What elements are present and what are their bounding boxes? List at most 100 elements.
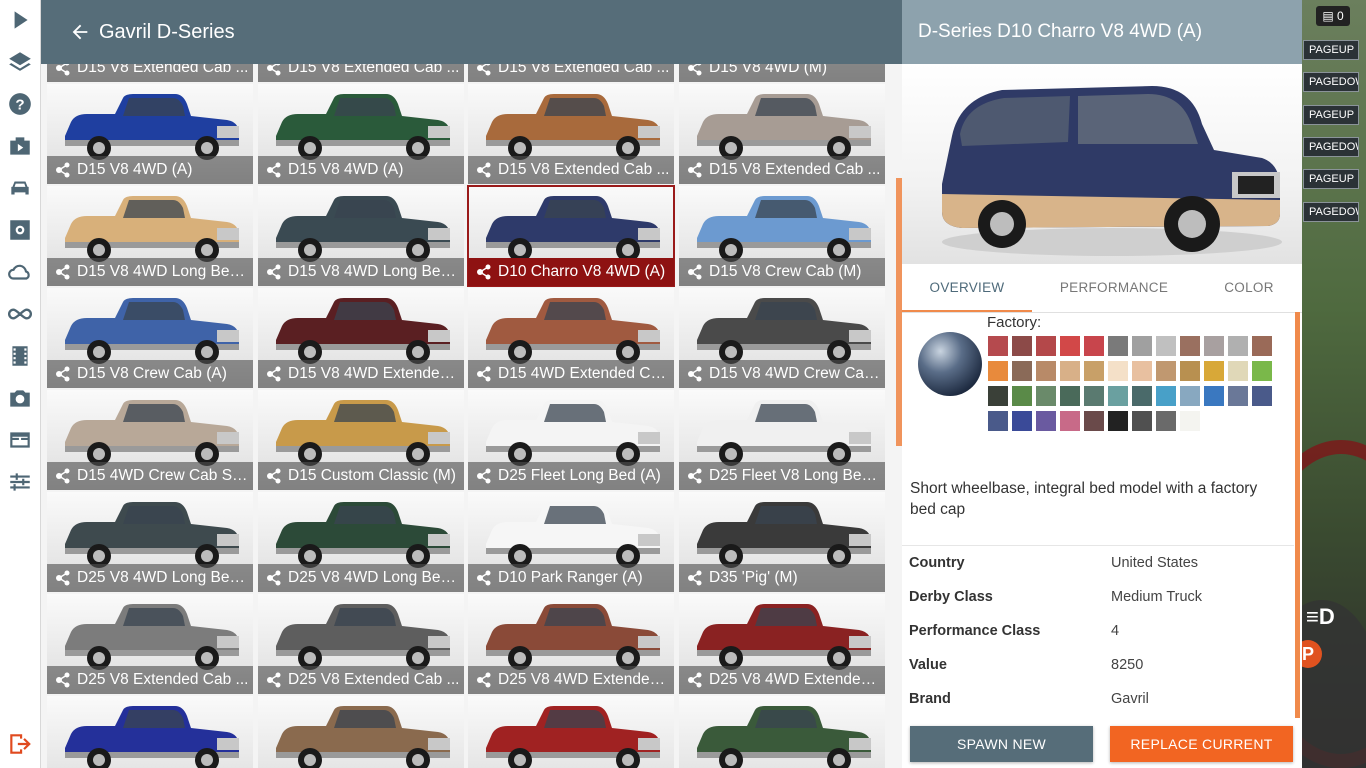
paint-swatch[interactable] [1108,336,1128,356]
vehicle-tile[interactable]: D35 'Pig' (M) [679,492,885,592]
vehicle-tile[interactable]: D15 V8 Crew Cab (A) [47,288,253,388]
paint-swatch[interactable] [988,361,1008,381]
paint-swatch[interactable] [1108,361,1128,381]
paint-swatch[interactable] [1180,336,1200,356]
message-counter[interactable]: ▤ 0 [1316,6,1350,26]
paint-swatch[interactable] [1012,336,1032,356]
vehicle-tile[interactable]: D15 V8 Extended Cab ... [679,84,885,184]
detail-scrollbar[interactable] [1295,312,1300,718]
replay-button[interactable] [0,336,40,376]
cloud-button[interactable] [0,252,40,292]
back-button[interactable] [65,17,95,47]
options-button[interactable] [0,462,40,502]
paint-swatch[interactable] [1036,386,1056,406]
vehicle-tile[interactable]: D15 V8 Extended Cab ... [258,64,464,82]
tab-color[interactable]: COLOR [1212,264,1286,312]
paint-swatch[interactable] [1252,386,1272,406]
paint-swatch[interactable] [1108,411,1128,431]
tab-performance[interactable]: PERFORMANCE [1052,264,1176,312]
spawn-new-button[interactable]: SPAWN NEW [910,726,1093,762]
paint-swatch[interactable] [1228,361,1248,381]
vehicle-tile[interactable]: D15 V8 4WD Long Bed... [258,186,464,286]
paint-swatch[interactable] [1180,411,1200,431]
vehicle-tile[interactable]: D25 Fleet V8 Long Bed... [679,390,885,490]
settings-button[interactable] [0,210,40,250]
vehicle-tile[interactable]: D15 V8 Extended Cab ... [468,64,674,82]
vehicle-tile[interactable]: D15 V8 4WD (M) [679,64,885,82]
paint-swatch[interactable] [1132,386,1152,406]
config-icon [267,672,281,688]
paint-swatch[interactable] [1012,361,1032,381]
vehicle-tile[interactable]: D10 Charro V8 4WD (A) [467,185,675,287]
layers-button[interactable] [0,42,40,82]
replace-current-button[interactable]: REPLACE CURRENT [1110,726,1293,762]
paint-swatch[interactable] [1180,386,1200,406]
paint-swatch[interactable] [1156,361,1176,381]
exit-button[interactable] [0,724,40,764]
paint-swatch[interactable] [1228,386,1248,406]
vehicle-tile[interactable]: D25 Fleet Long Bed (A) [468,390,674,490]
vehicle-tile[interactable]: D15 V8 Extended Cab ... [47,64,253,82]
vehicle-tile[interactable]: D25 V8 Extended Cab ... [258,594,464,694]
vehicle-tile[interactable] [679,696,885,768]
vehicle-tile[interactable]: D15 V8 4WD (A) [47,84,253,184]
apps-button[interactable] [0,420,40,460]
vehicle-tile[interactable]: D15 4WD Crew Cab Sh... [47,390,253,490]
vehicle-tile[interactable] [47,696,253,768]
paint-swatch[interactable] [1060,336,1080,356]
paint-swatch[interactable] [1060,411,1080,431]
paint-swatch[interactable] [1084,336,1104,356]
paint-swatch[interactable] [1132,336,1152,356]
vehicle-tile[interactable]: D15 V8 4WD Crew Cab... [679,288,885,388]
paint-swatch[interactable] [1108,386,1128,406]
scenarios-button[interactable] [0,126,40,166]
vehicle-tile[interactable]: D15 V8 4WD Extended... [258,288,464,388]
vehicle-tile[interactable]: D25 V8 Extended Cab ... [47,594,253,694]
paint-swatch[interactable] [1204,361,1224,381]
vehicle-tile[interactable]: D10 Park Ranger (A) [468,492,674,592]
vehicle-tile[interactable]: D15 V8 4WD (A) [258,84,464,184]
paint-swatch[interactable] [1132,411,1152,431]
help-button[interactable]: ? [0,84,40,124]
paint-swatch[interactable] [988,411,1008,431]
play-button[interactable] [0,0,40,40]
vehicle-tile[interactable]: D15 4WD Extended Ca... [468,288,674,388]
paint-swatch[interactable] [1060,386,1080,406]
paint-swatch[interactable] [1036,411,1056,431]
vehicle-tile[interactable]: D25 V8 4WD Long Bed... [47,492,253,592]
vehicle-tile[interactable]: D15 Custom Classic (M) [258,390,464,490]
vehicle-tile[interactable]: D25 V8 4WD Extended... [679,594,885,694]
paint-swatch[interactable] [1012,411,1032,431]
paint-swatch[interactable] [1252,361,1272,381]
paint-swatch[interactable] [1084,386,1104,406]
photo-button[interactable] [0,378,40,418]
paint-swatch[interactable] [1156,336,1176,356]
paint-swatch[interactable] [1012,386,1032,406]
vehicle-tile[interactable] [468,696,674,768]
vehicle-tile[interactable]: D15 V8 4WD Long Bed... [47,186,253,286]
vehicle-tile[interactable]: D15 V8 Crew Cab (M) [679,186,885,286]
paint-swatch[interactable] [988,336,1008,356]
paint-swatch[interactable] [1084,361,1104,381]
paint-swatch[interactable] [1060,361,1080,381]
vehicle-tile[interactable]: D25 V8 4WD Long Bed... [258,492,464,592]
paint-swatch[interactable] [1156,411,1176,431]
paint-swatch[interactable] [1156,386,1176,406]
paint-swatch[interactable] [1132,361,1152,381]
tab-overview[interactable]: OVERVIEW [902,264,1032,312]
vehicle-tile[interactable] [258,696,464,768]
paint-swatch[interactable] [1228,336,1248,356]
infinity-button[interactable] [0,294,40,334]
paint-swatch[interactable] [988,386,1008,406]
paint-swatch[interactable] [1204,386,1224,406]
vehicle-tile[interactable]: D25 V8 4WD Extended... [468,594,674,694]
paint-swatch[interactable] [1084,411,1104,431]
paint-swatch[interactable] [1252,336,1272,356]
vehicle-tile[interactable]: D15 V8 Extended Cab ... [468,84,674,184]
paint-swatch[interactable] [1204,336,1224,356]
vehicles-button[interactable] [0,168,40,208]
paint-swatch[interactable] [1036,336,1056,356]
paint-swatch[interactable] [1036,361,1056,381]
info-row: Performance Class 4 [902,614,1294,648]
paint-swatch[interactable] [1180,361,1200,381]
